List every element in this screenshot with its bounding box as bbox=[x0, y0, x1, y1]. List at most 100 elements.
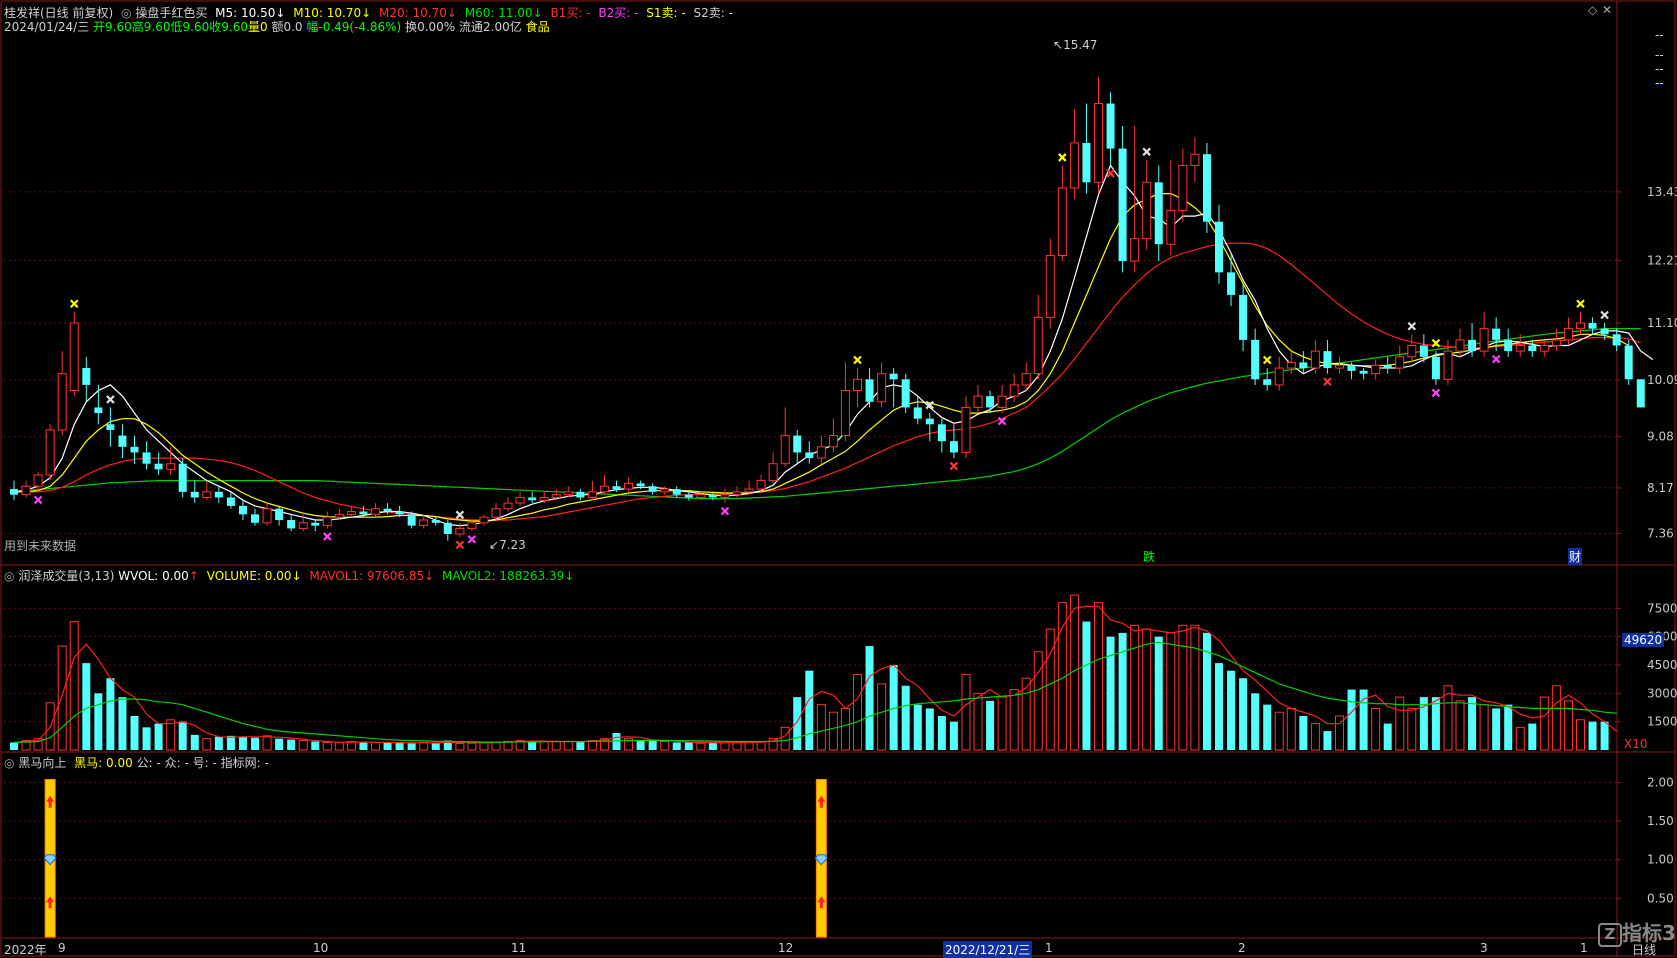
vol-bar-114 bbox=[1383, 723, 1392, 750]
vol-bar-105 bbox=[1274, 711, 1284, 751]
candle-10 bbox=[130, 446, 139, 453]
vol-bar-23 bbox=[287, 739, 296, 750]
candle-33 bbox=[407, 514, 416, 526]
x-label-1b: 1 bbox=[1580, 941, 1588, 955]
stock-chart[interactable]: 13.4312.2111.1010.099.088.177.3675000600… bbox=[0, 0, 1677, 957]
event-cai[interactable]: 财 bbox=[1568, 548, 1583, 565]
ma10-line bbox=[14, 193, 1629, 522]
vol-bar-57 bbox=[696, 742, 706, 751]
candle-18 bbox=[226, 497, 235, 506]
signal-white-0 bbox=[106, 395, 115, 404]
candle-78 bbox=[949, 441, 958, 453]
candle-95 bbox=[1154, 182, 1163, 245]
vol-bar-61 bbox=[744, 741, 754, 751]
vol-bar-69 bbox=[840, 707, 850, 751]
vol-indicator-name[interactable]: 润泽成交量(3,13) bbox=[18, 569, 114, 583]
heima-value: 黑马: 0.00 bbox=[74, 756, 133, 770]
vol-bar-89 bbox=[1082, 621, 1091, 750]
vol-bar-102 bbox=[1239, 678, 1248, 750]
candle-120 bbox=[1455, 339, 1465, 352]
candle-94 bbox=[1142, 181, 1152, 240]
ma60-line bbox=[13, 328, 1641, 500]
watermark-text: 指标365 bbox=[1622, 921, 1677, 945]
vol-bar-59 bbox=[720, 742, 730, 751]
future-data-label: 用到未来数据 bbox=[4, 539, 77, 553]
candle-27 bbox=[334, 513, 344, 518]
vol-bar-54 bbox=[660, 741, 670, 751]
vol-bar-75 bbox=[913, 704, 922, 750]
x-label-9: 9 bbox=[58, 941, 66, 955]
candle-135 bbox=[1636, 379, 1645, 408]
vol-bar-8 bbox=[106, 678, 115, 750]
vol-bar-0 bbox=[10, 742, 18, 750]
candle-91 bbox=[1106, 103, 1115, 149]
candle-88 bbox=[1069, 142, 1079, 189]
candle-130 bbox=[1576, 322, 1585, 330]
sell-signal-yellow-1 bbox=[853, 355, 862, 365]
candle-11 bbox=[142, 452, 151, 464]
candle-3 bbox=[45, 429, 55, 476]
vol-bar-11 bbox=[142, 727, 151, 750]
candle-35 bbox=[431, 519, 440, 523]
vol-bar-26 bbox=[322, 741, 332, 751]
hao-value: 号: - bbox=[192, 756, 217, 770]
right-dash-2: -- bbox=[1655, 48, 1664, 62]
candle-13 bbox=[166, 463, 176, 470]
vol-bar-65 bbox=[793, 697, 802, 750]
candle-51 bbox=[624, 482, 634, 490]
vol-bar-24 bbox=[298, 740, 308, 751]
vol-bar-25 bbox=[311, 741, 320, 750]
vol-bar-111 bbox=[1347, 689, 1356, 750]
vol-bar-81 bbox=[986, 700, 995, 750]
candle-64 bbox=[780, 435, 790, 465]
vol-bar-67 bbox=[816, 704, 826, 751]
candle-42 bbox=[515, 496, 525, 504]
vol-bar-130 bbox=[1576, 719, 1585, 751]
vol-indicator-icon[interactable]: ◎ bbox=[4, 569, 14, 583]
vol-bar-74 bbox=[901, 685, 910, 750]
ind-indicator-icon[interactable]: ◎ bbox=[4, 756, 14, 770]
vol-bar-123 bbox=[1492, 708, 1501, 750]
vol-bar-9 bbox=[118, 697, 127, 750]
vol-bar-44 bbox=[539, 741, 549, 751]
candle-134 bbox=[1624, 345, 1633, 380]
candle-0 bbox=[10, 489, 18, 495]
sell-signal-yellow-3 bbox=[1262, 355, 1272, 365]
candle-108 bbox=[1310, 350, 1320, 369]
vol-bar-78 bbox=[949, 721, 958, 750]
x-label-year: 2022年 bbox=[4, 943, 47, 957]
sell-signal-yellow-5 bbox=[1576, 299, 1585, 309]
right-dash-1: -- bbox=[1655, 28, 1664, 42]
event-die[interactable]: 跌 bbox=[1143, 548, 1155, 565]
vol-bar-5 bbox=[69, 621, 79, 751]
candle-123 bbox=[1492, 328, 1501, 340]
ind-tick-2: 1.00 bbox=[1647, 853, 1674, 867]
candle-87 bbox=[1057, 187, 1067, 256]
vol-current-value: 49620 bbox=[1622, 633, 1665, 647]
vol-bar-90 bbox=[1094, 602, 1103, 751]
zbw-value: 指标网: - bbox=[220, 756, 269, 770]
vol-bar-53 bbox=[648, 740, 657, 750]
candle-36 bbox=[443, 522, 452, 535]
candle-127 bbox=[1539, 345, 1549, 352]
candle-97 bbox=[1178, 164, 1188, 211]
vol-bar-100 bbox=[1215, 663, 1223, 750]
vol-bar-66 bbox=[805, 670, 814, 750]
candle-67 bbox=[816, 446, 826, 459]
low-price-marker: ↙7.23 bbox=[489, 538, 526, 552]
candle-132 bbox=[1600, 328, 1609, 335]
gong-value: 公: - bbox=[136, 756, 161, 770]
candle-49 bbox=[599, 485, 609, 493]
candle-74 bbox=[901, 379, 910, 408]
vol-bar-131 bbox=[1588, 721, 1597, 750]
candle-30 bbox=[371, 508, 380, 515]
candle-111 bbox=[1347, 365, 1356, 371]
outer-frame bbox=[0, 0, 1676, 957]
vol-bar-124 bbox=[1504, 704, 1513, 750]
candle-113 bbox=[1371, 364, 1381, 375]
candle-110 bbox=[1335, 364, 1344, 369]
candle-116 bbox=[1407, 345, 1417, 358]
signal-magenta-0 bbox=[33, 495, 43, 505]
candle-104 bbox=[1263, 379, 1272, 385]
ind-indicator-name[interactable]: 黑马向上 bbox=[18, 756, 66, 770]
